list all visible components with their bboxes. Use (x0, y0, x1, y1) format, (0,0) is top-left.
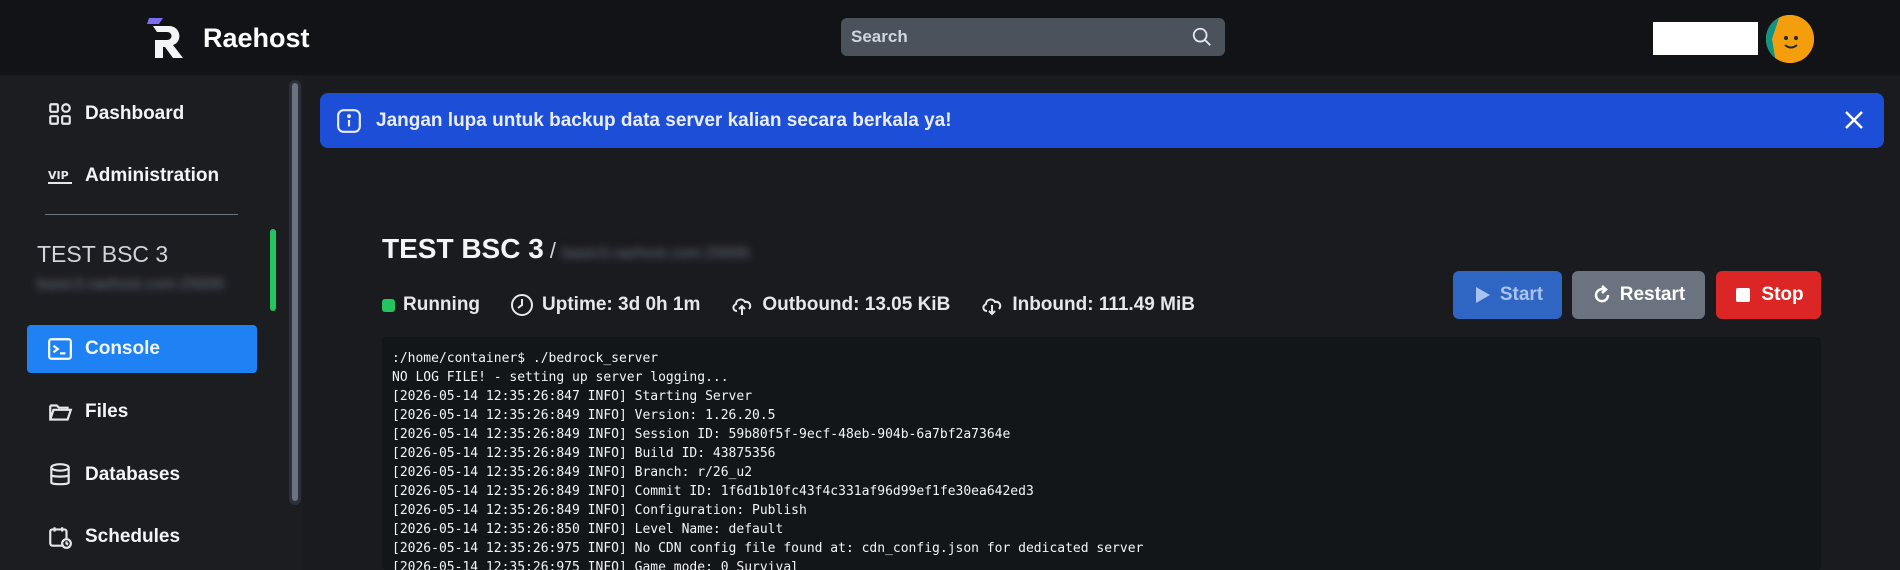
cloud-download-icon (982, 298, 1002, 316)
console-line: [2026-05-14 12:35:26:849 INFO] Session I… (392, 427, 1011, 442)
server-status-indicator (270, 229, 276, 311)
play-icon (1475, 287, 1490, 303)
inbound-text: Inbound: 111.49 MiB (1012, 294, 1195, 315)
console-line: [2026-05-14 12:35:26:850 INFO] Level Nam… (392, 522, 784, 537)
status-text: Running (403, 294, 481, 315)
stop-icon (1736, 288, 1751, 302)
svg-text:VIP: VIP (48, 169, 69, 182)
sidebar-server-address: basic3.raehost.com:25695 (37, 276, 225, 293)
database-icon (50, 463, 70, 486)
start-label: Start (1499, 284, 1544, 305)
console-line: NO LOG FILE! - setting up server logging… (392, 370, 729, 385)
sidebar-divider (45, 214, 238, 215)
uptime-stat: Uptime: 3d 0h 1m (510, 293, 700, 317)
brand-name: Raehost (203, 22, 310, 53)
terminal-icon (48, 338, 72, 360)
server-stats: Running Uptime: 3d 0h 1m Outbound: 13.05… (382, 292, 1225, 318)
sidebar-item-files[interactable]: Files (27, 388, 257, 436)
raehost-logo-icon (147, 18, 183, 58)
search-icon[interactable] (1191, 26, 1213, 48)
dashboard-icon (49, 103, 71, 125)
console-line: [2026-05-14 12:35:26:975 INFO] No CDN co… (392, 541, 1144, 556)
console-output[interactable]: :/home/container$ ./bedrock_server NO LO… (382, 337, 1821, 570)
console-line: [2026-05-14 12:35:26:849 INFO] Build ID:… (392, 446, 776, 461)
search-input[interactable] (851, 27, 1171, 47)
restart-label: Restart (1619, 284, 1686, 305)
info-alert: Jangan lupa untuk backup data server kal… (320, 93, 1884, 148)
account-box[interactable] (1653, 22, 1758, 55)
server-title: TEST BSC 3 (382, 233, 544, 264)
vip-icon: VIP (48, 169, 72, 184)
page-title: TEST BSC 3 / basic3.raehost.com:25695 (382, 233, 750, 265)
avatar-face-icon (1766, 15, 1814, 63)
sidebar-server-name: TEST BSC 3 (37, 241, 169, 267)
sidebar-item-administration[interactable]: VIP Administration (27, 152, 257, 200)
sidebar-scrollbar-thumb[interactable] (292, 83, 298, 501)
sidebar-item-label: Schedules (85, 526, 181, 547)
console-line: [2026-05-14 12:35:26:975 INFO] Game mode… (392, 560, 799, 570)
console-line: :/home/container$ ./bedrock_server (392, 351, 659, 366)
console-line: [2026-05-14 12:35:26:849 INFO] Commit ID… (392, 484, 1034, 499)
stop-button[interactable]: Stop (1716, 271, 1821, 319)
sidebar-server-info: TEST BSC 3 basic3.raehost.com:25695 (37, 241, 225, 294)
info-icon (337, 108, 361, 133)
sidebar-item-console[interactable]: Console (27, 325, 257, 373)
sidebar-item-label: Dashboard (85, 103, 185, 124)
sidebar: Dashboard VIP Administration TEST BSC 3 … (0, 75, 303, 570)
avatar[interactable] (1766, 15, 1814, 63)
alert-message: Jangan lupa untuk backup data server kal… (376, 109, 952, 131)
stop-label: Stop (1761, 284, 1804, 305)
sidebar-item-label: Console (85, 338, 160, 359)
restart-icon (1594, 285, 1610, 303)
calendar-clock-icon (49, 527, 72, 549)
server-address: basic3.raehost.com:25695 (561, 245, 750, 262)
brand[interactable]: Raehost (147, 16, 310, 60)
console-line: [2026-05-14 12:35:26:849 INFO] Branch: r… (392, 465, 753, 480)
sidebar-item-databases[interactable]: Databases (27, 451, 257, 499)
outbound-text: Outbound: 13.05 KiB (762, 294, 951, 315)
console-line: [2026-05-14 12:35:26:849 INFO] Version: … (392, 408, 776, 423)
sidebar-item-label: Databases (85, 464, 181, 485)
sidebar-item-dashboard[interactable]: Dashboard (27, 90, 257, 138)
outbound-stat: Outbound: 13.05 KiB (730, 293, 950, 317)
console-line: [2026-05-14 12:35:26:849 INFO] Configura… (392, 503, 807, 518)
clock-icon (511, 294, 534, 316)
close-icon[interactable] (1842, 108, 1866, 132)
status-badge: Running (382, 294, 480, 316)
sidebar-item-label: Administration (85, 165, 220, 186)
folder-icon (49, 404, 73, 421)
sidebar-item-label: Files (85, 401, 129, 422)
start-button[interactable]: Start (1453, 271, 1562, 319)
top-bar: Raehost (0, 0, 1900, 75)
uptime-text: Uptime: 3d 0h 1m (542, 294, 701, 315)
sidebar-item-schedules[interactable]: Schedules (27, 513, 257, 561)
restart-button[interactable]: Restart (1572, 271, 1705, 319)
search-bar[interactable] (841, 18, 1225, 56)
title-separator: / (549, 238, 556, 263)
console-line: [2026-05-14 12:35:26:847 INFO] Starting … (392, 389, 753, 404)
inbound-stat: Inbound: 111.49 MiB (980, 293, 1195, 317)
cloud-upload-icon (732, 298, 752, 315)
status-dot (382, 298, 395, 312)
